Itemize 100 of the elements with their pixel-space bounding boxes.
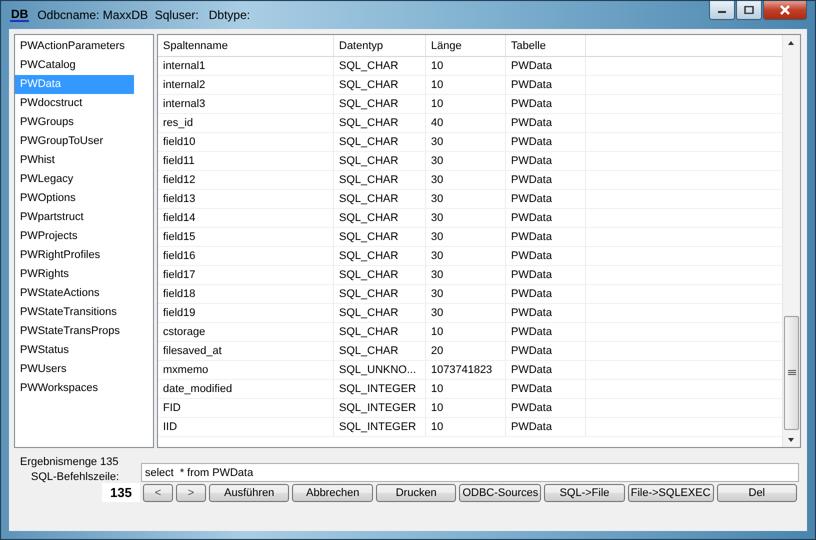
toolbar-button[interactable]: Abbrechen [292, 484, 373, 502]
table-cell: PWData [506, 266, 586, 285]
table-cell: 30 [426, 190, 506, 209]
table-list-item[interactable]: PWdocstruct [15, 94, 134, 113]
table-list-item[interactable]: PWCatalog [15, 56, 134, 75]
table-list-item[interactable]: PWLegacy [15, 170, 134, 189]
column-header[interactable]: Länge [426, 35, 506, 57]
table-cell: SQL_INTEGER [334, 418, 426, 437]
minimize-button[interactable] [709, 1, 735, 20]
table-cell: SQL_CHAR [334, 190, 426, 209]
table-list-item[interactable]: PWGroups [15, 113, 134, 132]
table-cell: PWData [506, 76, 586, 95]
table-cell: SQL_CHAR [334, 266, 426, 285]
table-cell: internal1 [158, 57, 334, 76]
table-cell: 10 [426, 399, 506, 418]
close-button[interactable] [763, 1, 807, 20]
table-list-item[interactable]: PWStateActions [15, 284, 134, 303]
table-cell: field13 [158, 190, 334, 209]
table-cell: SQL_CHAR [334, 228, 426, 247]
sql-label: SQL-Befehlszeile: [30, 470, 120, 485]
toolbar-button[interactable]: < [143, 484, 173, 502]
table-list-item[interactable]: PWRights [15, 265, 134, 284]
table-cell: 10 [426, 380, 506, 399]
table-cell: 30 [426, 266, 506, 285]
table-cell: field19 [158, 304, 334, 323]
table-cell: SQL_CHAR [334, 171, 426, 190]
table-cell: PWData [506, 190, 586, 209]
maximize-button[interactable] [736, 1, 762, 20]
toolbar-button[interactable]: Drucken [376, 484, 456, 502]
vertical-scrollbar[interactable] [782, 35, 800, 447]
toolbar-button[interactable]: Ausführen [209, 484, 290, 502]
column-header[interactable]: Datentyp [334, 35, 426, 57]
table-cell: IID [158, 418, 334, 437]
toolbar-button[interactable]: Del [716, 484, 797, 502]
toolbar-button[interactable]: SQL->File [544, 484, 625, 502]
table-cell: SQL_CHAR [334, 76, 426, 95]
table-list-item[interactable]: PWRightProfiles [15, 246, 134, 265]
table-cell: SQL_CHAR [334, 342, 426, 361]
table-cell: PWData [506, 133, 586, 152]
table-list-item[interactable]: PWhist [15, 151, 134, 170]
result-count-label: Ergebnismenge 135 [19, 455, 120, 470]
table-cell: cstorage [158, 323, 334, 342]
table-cell: PWData [506, 418, 586, 437]
table-list-item[interactable]: PWpartstruct [15, 208, 134, 227]
table-cell: SQL_INTEGER [334, 380, 426, 399]
table-cell: 10 [426, 57, 506, 76]
table-cell: PWData [506, 380, 586, 399]
table-cell: 30 [426, 171, 506, 190]
sql-input-field[interactable]: select * from PWData [141, 463, 799, 482]
table-cell: 10 [426, 418, 506, 437]
table-cell: internal3 [158, 95, 334, 114]
table-cell: SQL_CHAR [334, 57, 426, 76]
table-cell: SQL_CHAR [334, 323, 426, 342]
table-cell: 30 [426, 247, 506, 266]
table-list-item[interactable]: PWUsers [15, 360, 134, 379]
table-list-item[interactable]: PWGroupToUser [15, 132, 134, 151]
table-cell: 40 [426, 114, 506, 133]
table-list-item[interactable]: PWActionParameters [15, 37, 134, 56]
table-cell: PWData [506, 323, 586, 342]
table-cell: PWData [506, 304, 586, 323]
table-cell: internal2 [158, 76, 334, 95]
table-cell: SQL_CHAR [334, 247, 426, 266]
table-cell: field16 [158, 247, 334, 266]
table-cell: SQL_CHAR [334, 304, 426, 323]
table-cell: mxmemo [158, 361, 334, 380]
toolbar-button[interactable]: File->SQLEXEC [628, 484, 714, 502]
table-cell: 1073741823 [426, 361, 506, 380]
table-cell: field17 [158, 266, 334, 285]
table-list-item[interactable]: PWStatus [15, 341, 134, 360]
toolbar-button[interactable]: ODBC-Sources [459, 484, 542, 502]
table-cell: SQL_CHAR [334, 95, 426, 114]
table-list-item[interactable]: PWStateTransitions [15, 303, 134, 322]
table-cell: SQL_CHAR [334, 133, 426, 152]
column-header[interactable]: Tabelle [506, 35, 586, 57]
table-cell: 30 [426, 209, 506, 228]
scroll-thumb[interactable] [784, 316, 799, 430]
table-cell: PWData [506, 247, 586, 266]
table-cell: field11 [158, 152, 334, 171]
table-cell: SQL_CHAR [334, 209, 426, 228]
table-list-item[interactable]: PWProjects [15, 227, 134, 246]
table-cell: 20 [426, 342, 506, 361]
table-cell: PWData [506, 171, 586, 190]
table-cell: PWData [506, 285, 586, 304]
grip-icon [788, 370, 796, 376]
close-icon [779, 5, 791, 15]
table-cell: PWData [506, 361, 586, 380]
table-list-item[interactable]: PWStateTransProps [15, 322, 134, 341]
table-cell: 10 [426, 323, 506, 342]
table-cell: 30 [426, 228, 506, 247]
table-cell: field12 [158, 171, 334, 190]
table-list-item[interactable]: PWOptions [15, 189, 134, 208]
table-cell: PWData [506, 399, 586, 418]
table-cell: res_id [158, 114, 334, 133]
table-list-item[interactable]: PWWorkspaces [15, 379, 134, 398]
table-cell: PWData [506, 95, 586, 114]
column-header[interactable]: Spaltenname [158, 35, 334, 57]
table-cell: PWData [506, 342, 586, 361]
table-cell: 30 [426, 152, 506, 171]
table-cell: SQL_CHAR [334, 114, 426, 133]
toolbar-button[interactable]: > [176, 484, 206, 502]
